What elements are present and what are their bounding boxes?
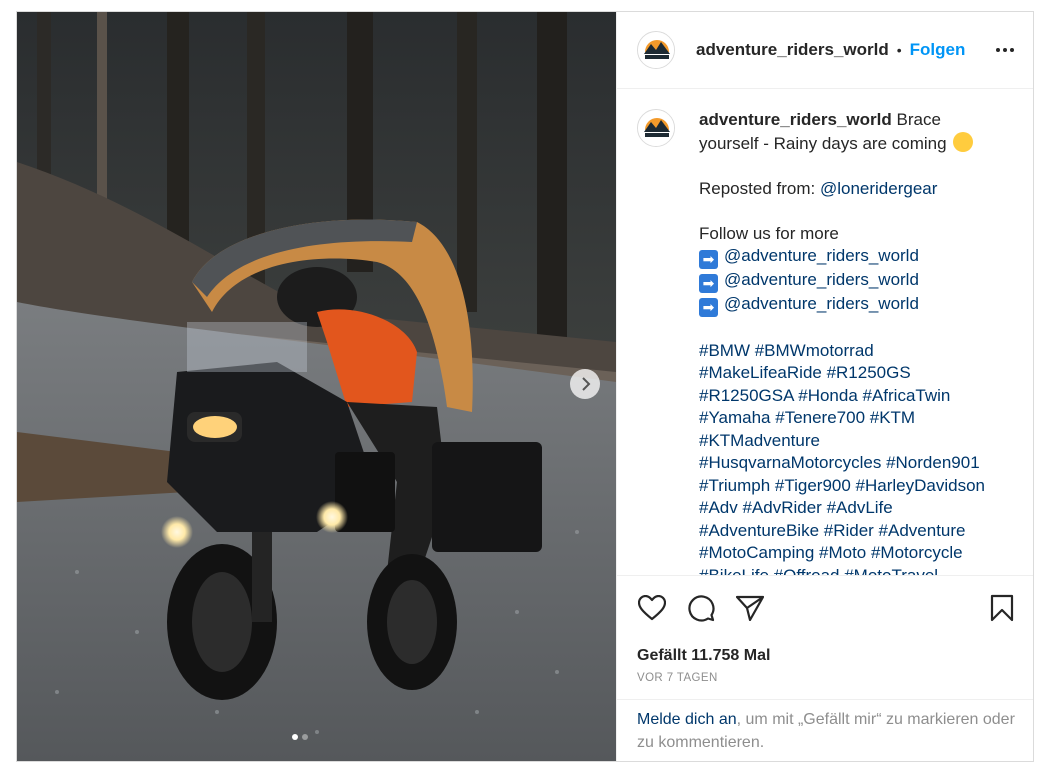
paper-plane-icon [736, 595, 764, 621]
caption-text: adventure_riders_world Brace yourself - … [699, 109, 999, 575]
comment-icon [688, 594, 715, 621]
post-time[interactable]: VOR 7 TAGEN [637, 672, 1013, 684]
likes-section: Gefällt 11.758 Mal VOR 7 TAGEN [617, 639, 1033, 699]
repost-handle-link[interactable]: @loneridergear [820, 179, 937, 198]
mountain-logo-icon [638, 110, 674, 146]
mention-link[interactable]: @adventure_riders_world [724, 294, 919, 313]
follow-more-text: Follow us for more [699, 223, 839, 243]
post-username[interactable]: adventure_riders_world [696, 40, 889, 60]
hashtags[interactable]: #BMW #BMWmotorrad #MakeLifeaRide #R1250G… [699, 340, 999, 576]
action-bar [617, 575, 1033, 639]
caption-avatar[interactable] [637, 109, 675, 147]
mention-link[interactable]: @adventure_riders_world [724, 270, 919, 289]
post-card: adventure_riders_world • Folgen adventur… [16, 11, 1034, 762]
post-photo [17, 12, 616, 761]
separator-dot: • [896, 42, 902, 58]
more-dots-icon [996, 48, 1000, 52]
avatar[interactable] [637, 31, 675, 69]
more-dot [1003, 48, 1007, 52]
login-prompt: Melde dich an, um mit „Gefällt mir“ zu m… [617, 699, 1033, 761]
likes-count[interactable]: Gefällt 11.758 Mal [637, 647, 1013, 665]
comment-button[interactable] [686, 593, 716, 623]
carousel-dot-1 [292, 734, 298, 740]
more-options-button[interactable] [993, 44, 1017, 56]
right-arrow-icon: ➡ [699, 274, 718, 293]
chevron-right-icon [582, 377, 591, 391]
bookmark-icon [990, 594, 1014, 621]
like-button[interactable] [637, 593, 667, 623]
post-sidebar: adventure_riders_world • Folgen adventur… [616, 12, 1033, 761]
mountain-logo-icon [638, 32, 674, 68]
share-button[interactable] [735, 593, 765, 623]
right-arrow-icon: ➡ [699, 298, 718, 317]
mention-link[interactable]: @adventure_riders_world [724, 246, 919, 265]
more-dot [1010, 48, 1014, 52]
laughing-emoji-icon [953, 131, 974, 152]
follow-button[interactable]: Folgen [910, 40, 966, 60]
carousel-next-button[interactable] [570, 369, 600, 399]
post-header: adventure_riders_world • Folgen [617, 12, 1033, 89]
heart-icon [638, 594, 666, 620]
repost-prefix: Reposted from: [699, 178, 820, 198]
carousel-dots [292, 734, 308, 740]
login-link[interactable]: Melde dich an [637, 711, 737, 728]
post-media[interactable] [17, 12, 616, 761]
right-arrow-icon: ➡ [699, 250, 718, 269]
caption-username[interactable]: adventure_riders_world [699, 110, 892, 129]
caption-section: adventure_riders_world Brace yourself - … [617, 89, 1033, 575]
carousel-dot-2 [302, 734, 308, 740]
save-button[interactable] [987, 593, 1017, 623]
